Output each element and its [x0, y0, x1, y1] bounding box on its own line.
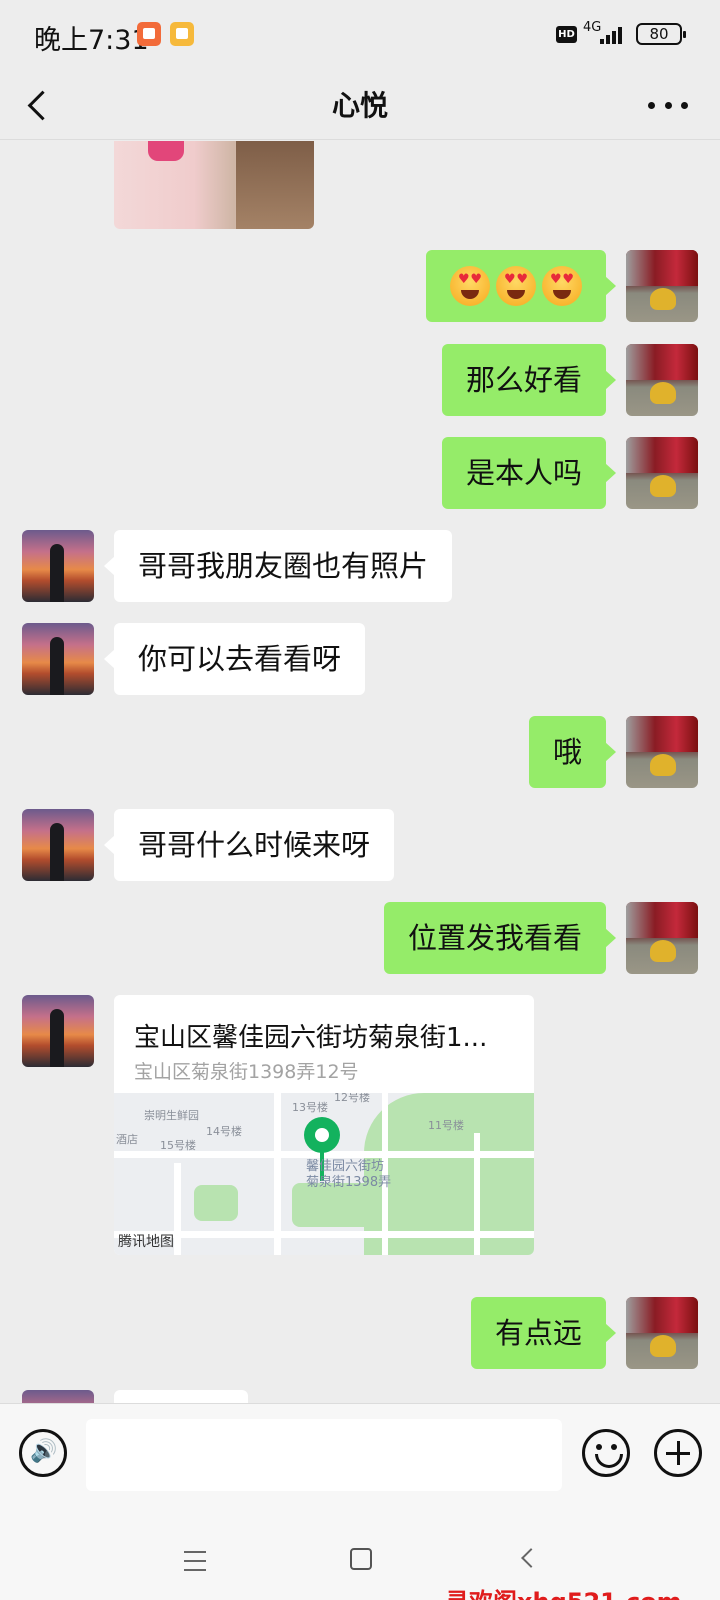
map-label: 13号楼 [292, 1101, 328, 1114]
notification-app-icon [137, 22, 161, 46]
contact-avatar[interactable] [22, 530, 94, 602]
status-bar: 晚上7:31 HD 4G 80 [0, 0, 720, 70]
map-provider-logo: 腾讯地图 [118, 1234, 174, 1250]
my-avatar[interactable] [626, 1297, 698, 1369]
emoji-message-bubble[interactable] [426, 250, 616, 322]
photo-message[interactable] [114, 141, 314, 229]
emoji-picker-icon[interactable] [582, 1429, 630, 1477]
hd-icon: HD [556, 26, 577, 43]
location-map-preview[interactable]: 崇明生鲜园 酒店 15号楼 14号楼 13号楼 12号楼 11号楼 馨佳园六街坊… [114, 1093, 534, 1255]
watermark: 寻欢阁xhg521.com [445, 1582, 682, 1600]
pin-label-line: 馨佳园六街坊 [306, 1159, 385, 1174]
my-avatar[interactable] [626, 716, 698, 788]
recent-apps-icon[interactable] [184, 1551, 206, 1571]
map-label: 14号楼 [206, 1125, 242, 1138]
system-back-icon[interactable] [521, 1548, 541, 1568]
contact-avatar[interactable] [22, 1390, 94, 1403]
more-options-icon[interactable] [648, 92, 688, 118]
my-message-bubble[interactable]: 那么好看 [441, 344, 617, 416]
my-avatar[interactable] [626, 437, 698, 509]
location-message-card[interactable]: 宝山区馨佳园六街坊菊泉街1... 宝山区菊泉街1398弄12号 崇明生鲜园 酒店… [114, 995, 534, 1255]
network-type: 4G [583, 20, 602, 35]
chat-message-list[interactable]: 那么好看 是本人吗 哥哥我朋友圈也有照片 你可以去看看呀 哦 哥哥什么时候来呀 … [0, 141, 720, 1403]
contact-avatar[interactable] [22, 623, 94, 695]
chat-title: 心悦 [331, 89, 388, 122]
contact-message-bubble[interactable]: 你可以去看看呀 [103, 623, 366, 695]
more-functions-plus-icon[interactable] [654, 1429, 702, 1477]
signal-icon [600, 26, 628, 44]
map-label: 15号楼 [160, 1139, 196, 1152]
my-message-bubble[interactable]: 有点远 [470, 1297, 617, 1369]
map-label: 12号楼 [334, 1093, 370, 1104]
message-input-bar [0, 1403, 720, 1508]
my-message-bubble[interactable]: 位置发我看看 [383, 902, 617, 974]
chat-header: 心悦 [0, 70, 720, 140]
location-title: 宝山区馨佳园六街坊菊泉街1... [134, 1023, 488, 1053]
pin-label: 馨佳园六街坊 菊泉街1398弄 [306, 1159, 391, 1191]
contact-message-bubble[interactable] [114, 1390, 248, 1403]
map-label: 崇明生鲜园 [144, 1109, 199, 1122]
my-avatar[interactable] [626, 250, 698, 322]
home-icon[interactable] [350, 1548, 372, 1570]
notification-message-icon [170, 22, 194, 46]
heart-eyes-emoji-icon [450, 266, 490, 306]
location-pin-icon [304, 1117, 340, 1153]
status-time: 晚上7:31 [34, 25, 149, 56]
heart-eyes-emoji-icon [542, 266, 582, 306]
my-avatar[interactable] [626, 902, 698, 974]
my-avatar[interactable] [626, 344, 698, 416]
contact-avatar[interactable] [22, 995, 94, 1067]
heart-eyes-emoji-icon [496, 266, 536, 306]
my-message-bubble[interactable]: 是本人吗 [441, 437, 617, 509]
voice-input-icon[interactable] [19, 1429, 67, 1477]
map-label: 11号楼 [428, 1119, 464, 1132]
message-input[interactable] [86, 1419, 562, 1491]
map-label: 酒店 [116, 1133, 138, 1146]
contact-message-bubble[interactable]: 哥哥我朋友圈也有照片 [103, 530, 453, 602]
location-address: 宝山区菊泉街1398弄12号 [134, 1061, 359, 1083]
my-message-bubble[interactable]: 哦 [528, 716, 617, 788]
contact-avatar[interactable] [22, 809, 94, 881]
pin-label-line: 菊泉街1398弄 [306, 1175, 392, 1190]
contact-message-bubble[interactable]: 哥哥什么时候来呀 [103, 809, 395, 881]
battery-icon: 80 [636, 23, 686, 45]
